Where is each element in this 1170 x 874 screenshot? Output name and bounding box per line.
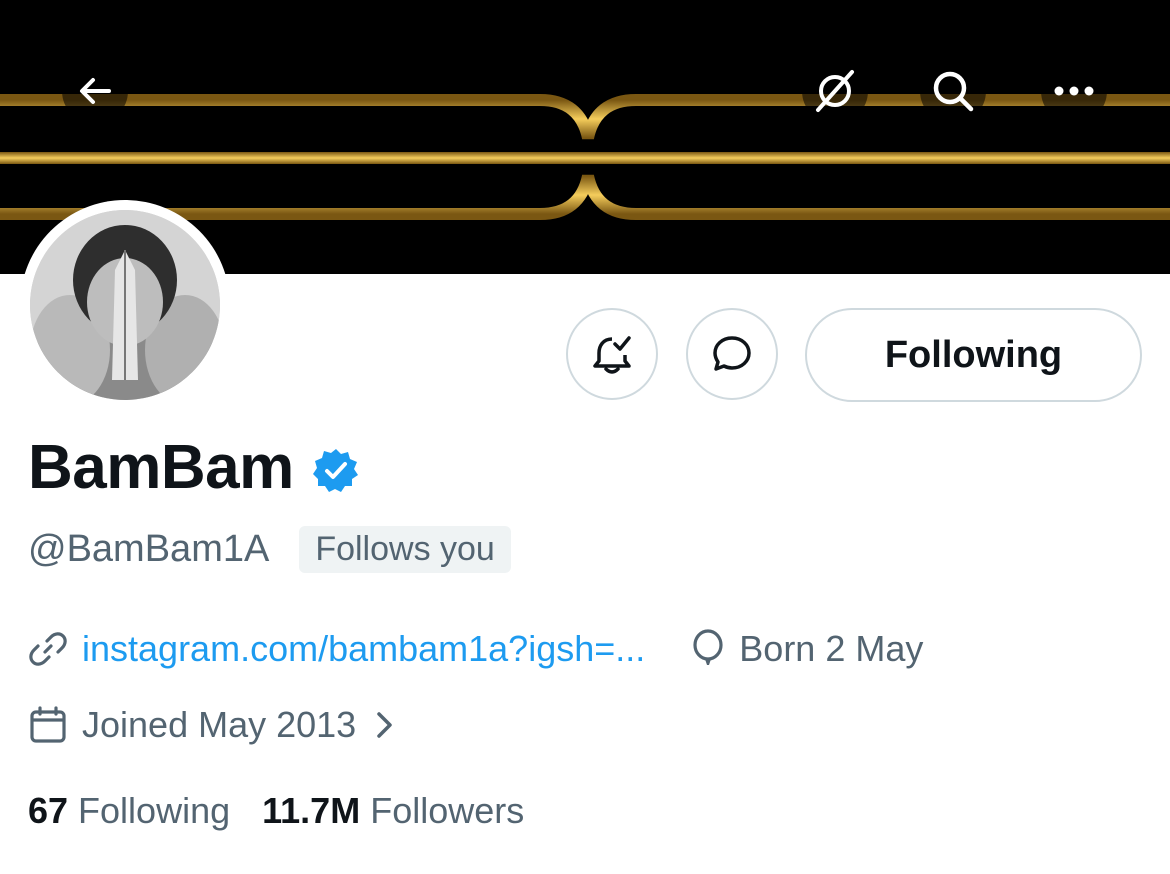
follow-counts: 67 Following 11.7M Followers [28,790,524,832]
following-label: Following [78,790,231,831]
more-button[interactable] [1041,58,1107,124]
more-icon [1054,86,1094,96]
search-icon [933,71,974,112]
display-name: BamBam [28,433,294,502]
message-button[interactable] [686,308,778,400]
profile-meta-row: instagram.com/bambam1a?igsh=... Born 2 M… [28,628,923,670]
website-link[interactable]: instagram.com/bambam1a?igsh=... [82,628,645,670]
following-count: 67 [28,790,69,831]
avatar-image [30,210,220,400]
profile-name-row: BamBam [28,432,360,503]
arrow-left-icon [80,78,111,104]
joined-date: Joined May 2013 [82,704,357,745]
search-button[interactable] [920,58,986,124]
birthday-text: Born 2 May [739,628,924,669]
notifications-button[interactable] [566,308,658,400]
balloon-icon [693,629,723,665]
chat-bubble-icon [713,336,751,371]
profile-avatar[interactable] [20,200,230,410]
following-count-link[interactable]: 67 Following [28,790,230,832]
username-handle: @BamBam1A [28,528,270,570]
following-button-label: Following [884,333,1063,376]
grok-icon [816,70,854,112]
chevron-right-icon [377,712,392,738]
followers-count: 11.7M [262,790,361,831]
followers-label: Followers [370,790,525,831]
joined-row[interactable]: Joined May 2013 [28,704,396,746]
calendar-icon [30,706,66,743]
grok-button[interactable] [802,58,868,124]
following-button[interactable]: Following [805,308,1142,402]
followers-count-link[interactable]: 11.7M Followers [262,790,524,832]
bell-check-icon [593,336,631,374]
link-icon [29,632,67,666]
verified-badge-icon[interactable] [312,447,360,495]
follows-you-badge: Follows you [299,526,511,573]
handle-row: @BamBam1A Follows you [28,526,511,573]
back-button[interactable] [62,58,128,124]
